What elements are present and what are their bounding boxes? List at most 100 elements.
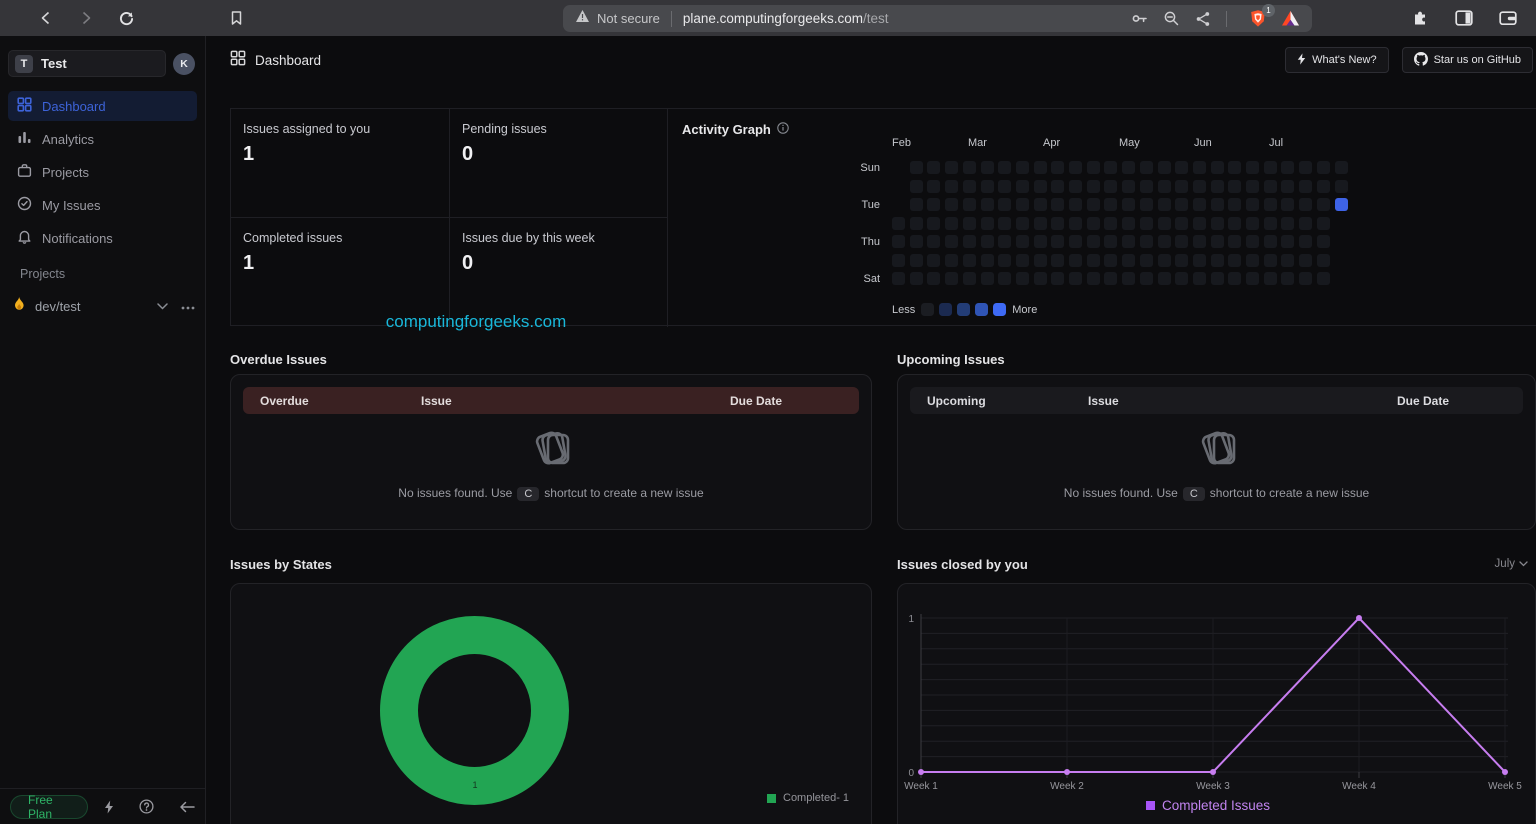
star-github-button[interactable]: Star us on GitHub bbox=[1401, 47, 1533, 73]
activity-cell bbox=[1299, 253, 1313, 267]
address-bar[interactable]: Not secure plane.computingforgeeks.com/t… bbox=[563, 3, 1312, 32]
stat-card-assigned: Issues assigned to you 1 bbox=[231, 109, 450, 218]
activity-cell bbox=[1104, 272, 1118, 285]
sidebar-project-dev-test[interactable]: dev/test bbox=[12, 293, 195, 319]
activity-cell bbox=[1281, 216, 1295, 230]
day-label: Sat bbox=[863, 273, 880, 285]
activity-cell bbox=[980, 179, 994, 193]
activity-cell bbox=[980, 161, 994, 174]
activity-cell bbox=[1086, 235, 1100, 248]
activity-cell bbox=[1122, 161, 1136, 174]
activity-cell bbox=[1069, 235, 1082, 248]
activity-cell bbox=[1228, 272, 1242, 285]
flame-icon bbox=[12, 296, 26, 317]
sidebar-item-label: Analytics bbox=[42, 131, 95, 147]
month-filter-dropdown[interactable]: July bbox=[1495, 558, 1528, 570]
zoom-out-icon[interactable] bbox=[1159, 7, 1183, 31]
activity-cell bbox=[945, 272, 959, 285]
activity-cell bbox=[1033, 272, 1047, 285]
activity-cell bbox=[998, 179, 1012, 193]
legend-less-label: Less bbox=[892, 303, 916, 316]
activity-cell bbox=[1316, 216, 1330, 230]
column-issue: Issue bbox=[1088, 393, 1119, 408]
activity-cell bbox=[1246, 235, 1259, 248]
activity-cell bbox=[1157, 198, 1171, 211]
legend-swatch bbox=[767, 793, 776, 803]
activity-cell bbox=[1246, 179, 1259, 193]
sidebar-item-projects[interactable]: Projects bbox=[8, 157, 197, 187]
activity-cell bbox=[1069, 161, 1082, 174]
back-icon[interactable] bbox=[32, 4, 60, 32]
reload-icon[interactable] bbox=[112, 4, 140, 32]
dashboard-grid-icon bbox=[230, 50, 246, 71]
activity-cell bbox=[945, 198, 959, 211]
password-key-icon[interactable] bbox=[1127, 7, 1151, 31]
activity-cell bbox=[927, 235, 941, 248]
activity-cell bbox=[1281, 253, 1295, 267]
activity-cell bbox=[945, 216, 959, 230]
upcoming-empty-state: No issues found. Use Cshortcut to create … bbox=[898, 427, 1535, 501]
activity-cell bbox=[1175, 179, 1189, 193]
activity-cell bbox=[1139, 161, 1153, 174]
stat-card-due-week: Issues due by this week 0 bbox=[450, 218, 668, 327]
overdue-empty-state: No issues found. Use Cshortcut to create … bbox=[231, 427, 871, 501]
activity-cell bbox=[1175, 216, 1189, 230]
chevron-down-icon[interactable] bbox=[157, 297, 168, 315]
activity-cell bbox=[927, 272, 941, 285]
activity-cell bbox=[1122, 198, 1136, 211]
sidebar-item-dashboard[interactable]: Dashboard bbox=[8, 91, 197, 121]
stat-value: 1 bbox=[243, 143, 255, 165]
activity-cell bbox=[1051, 161, 1065, 174]
activity-cell bbox=[909, 161, 923, 174]
activity-cell bbox=[1086, 216, 1100, 230]
collapse-sidebar-arrow-icon[interactable] bbox=[179, 799, 195, 814]
sidebar-item-label: Dashboard bbox=[42, 98, 106, 114]
bolt-icon bbox=[1297, 52, 1306, 68]
legend-label: Completed- 1 bbox=[783, 792, 850, 804]
sidebar-item-notifications[interactable]: Notifications bbox=[8, 223, 197, 253]
activity-cell bbox=[1139, 253, 1153, 267]
activity-cell bbox=[1210, 179, 1224, 193]
shortcuts-bolt-icon[interactable] bbox=[104, 799, 114, 814]
activity-cell bbox=[892, 272, 905, 285]
activity-cell bbox=[1086, 198, 1100, 211]
brave-rewards-icon[interactable] bbox=[1278, 7, 1302, 31]
share-icon[interactable] bbox=[1191, 7, 1215, 31]
whats-new-button[interactable]: What's New? bbox=[1285, 47, 1389, 73]
info-icon[interactable] bbox=[777, 122, 789, 137]
activity-cell bbox=[998, 161, 1012, 174]
activity-cell bbox=[1175, 253, 1189, 267]
activity-cell bbox=[1316, 235, 1330, 248]
activity-cell bbox=[1069, 179, 1082, 193]
activity-cell bbox=[1210, 272, 1224, 285]
projects-section-header: Projects bbox=[20, 267, 66, 281]
project-menu-ellipsis-icon[interactable] bbox=[181, 297, 195, 315]
sidebar-item-my-issues[interactable]: My Issues bbox=[8, 190, 197, 220]
github-icon bbox=[1413, 51, 1428, 69]
issues-closed-title: Issues closed by you bbox=[897, 557, 1028, 572]
activity-cell bbox=[1015, 253, 1029, 267]
extensions-puzzle-icon[interactable] bbox=[1406, 4, 1434, 32]
workspace-avatar: T bbox=[15, 54, 33, 73]
free-plan-button[interactable]: Free Plan bbox=[10, 793, 88, 821]
activity-cell bbox=[962, 235, 976, 248]
wallet-icon[interactable] bbox=[1494, 4, 1522, 32]
activity-cell bbox=[1228, 179, 1242, 193]
user-avatar[interactable]: K bbox=[173, 52, 195, 75]
sidebar-item-analytics[interactable]: Analytics bbox=[8, 124, 197, 154]
workspace-selector[interactable]: T Test bbox=[8, 50, 166, 77]
forward-icon[interactable] bbox=[72, 4, 100, 32]
activity-cell bbox=[927, 216, 941, 230]
brave-shield-icon[interactable]: 1 bbox=[1246, 3, 1275, 31]
activity-cell bbox=[1175, 235, 1189, 248]
activity-graph-panel: Activity Graph Feb Mar Apr May Jun Jul Sun Tue… bbox=[668, 109, 1536, 327]
sidebar-panel-icon[interactable] bbox=[1450, 4, 1478, 32]
help-icon[interactable] bbox=[139, 799, 154, 814]
activity-cell bbox=[1175, 161, 1189, 174]
legend-swatch bbox=[939, 303, 953, 316]
bookmark-icon[interactable] bbox=[222, 4, 250, 32]
activity-cell bbox=[1228, 216, 1242, 230]
activity-cell bbox=[1263, 179, 1277, 193]
sidebar: T Test K Dashboard Analytics Projects My… bbox=[0, 36, 206, 824]
activity-cell bbox=[1051, 235, 1065, 248]
